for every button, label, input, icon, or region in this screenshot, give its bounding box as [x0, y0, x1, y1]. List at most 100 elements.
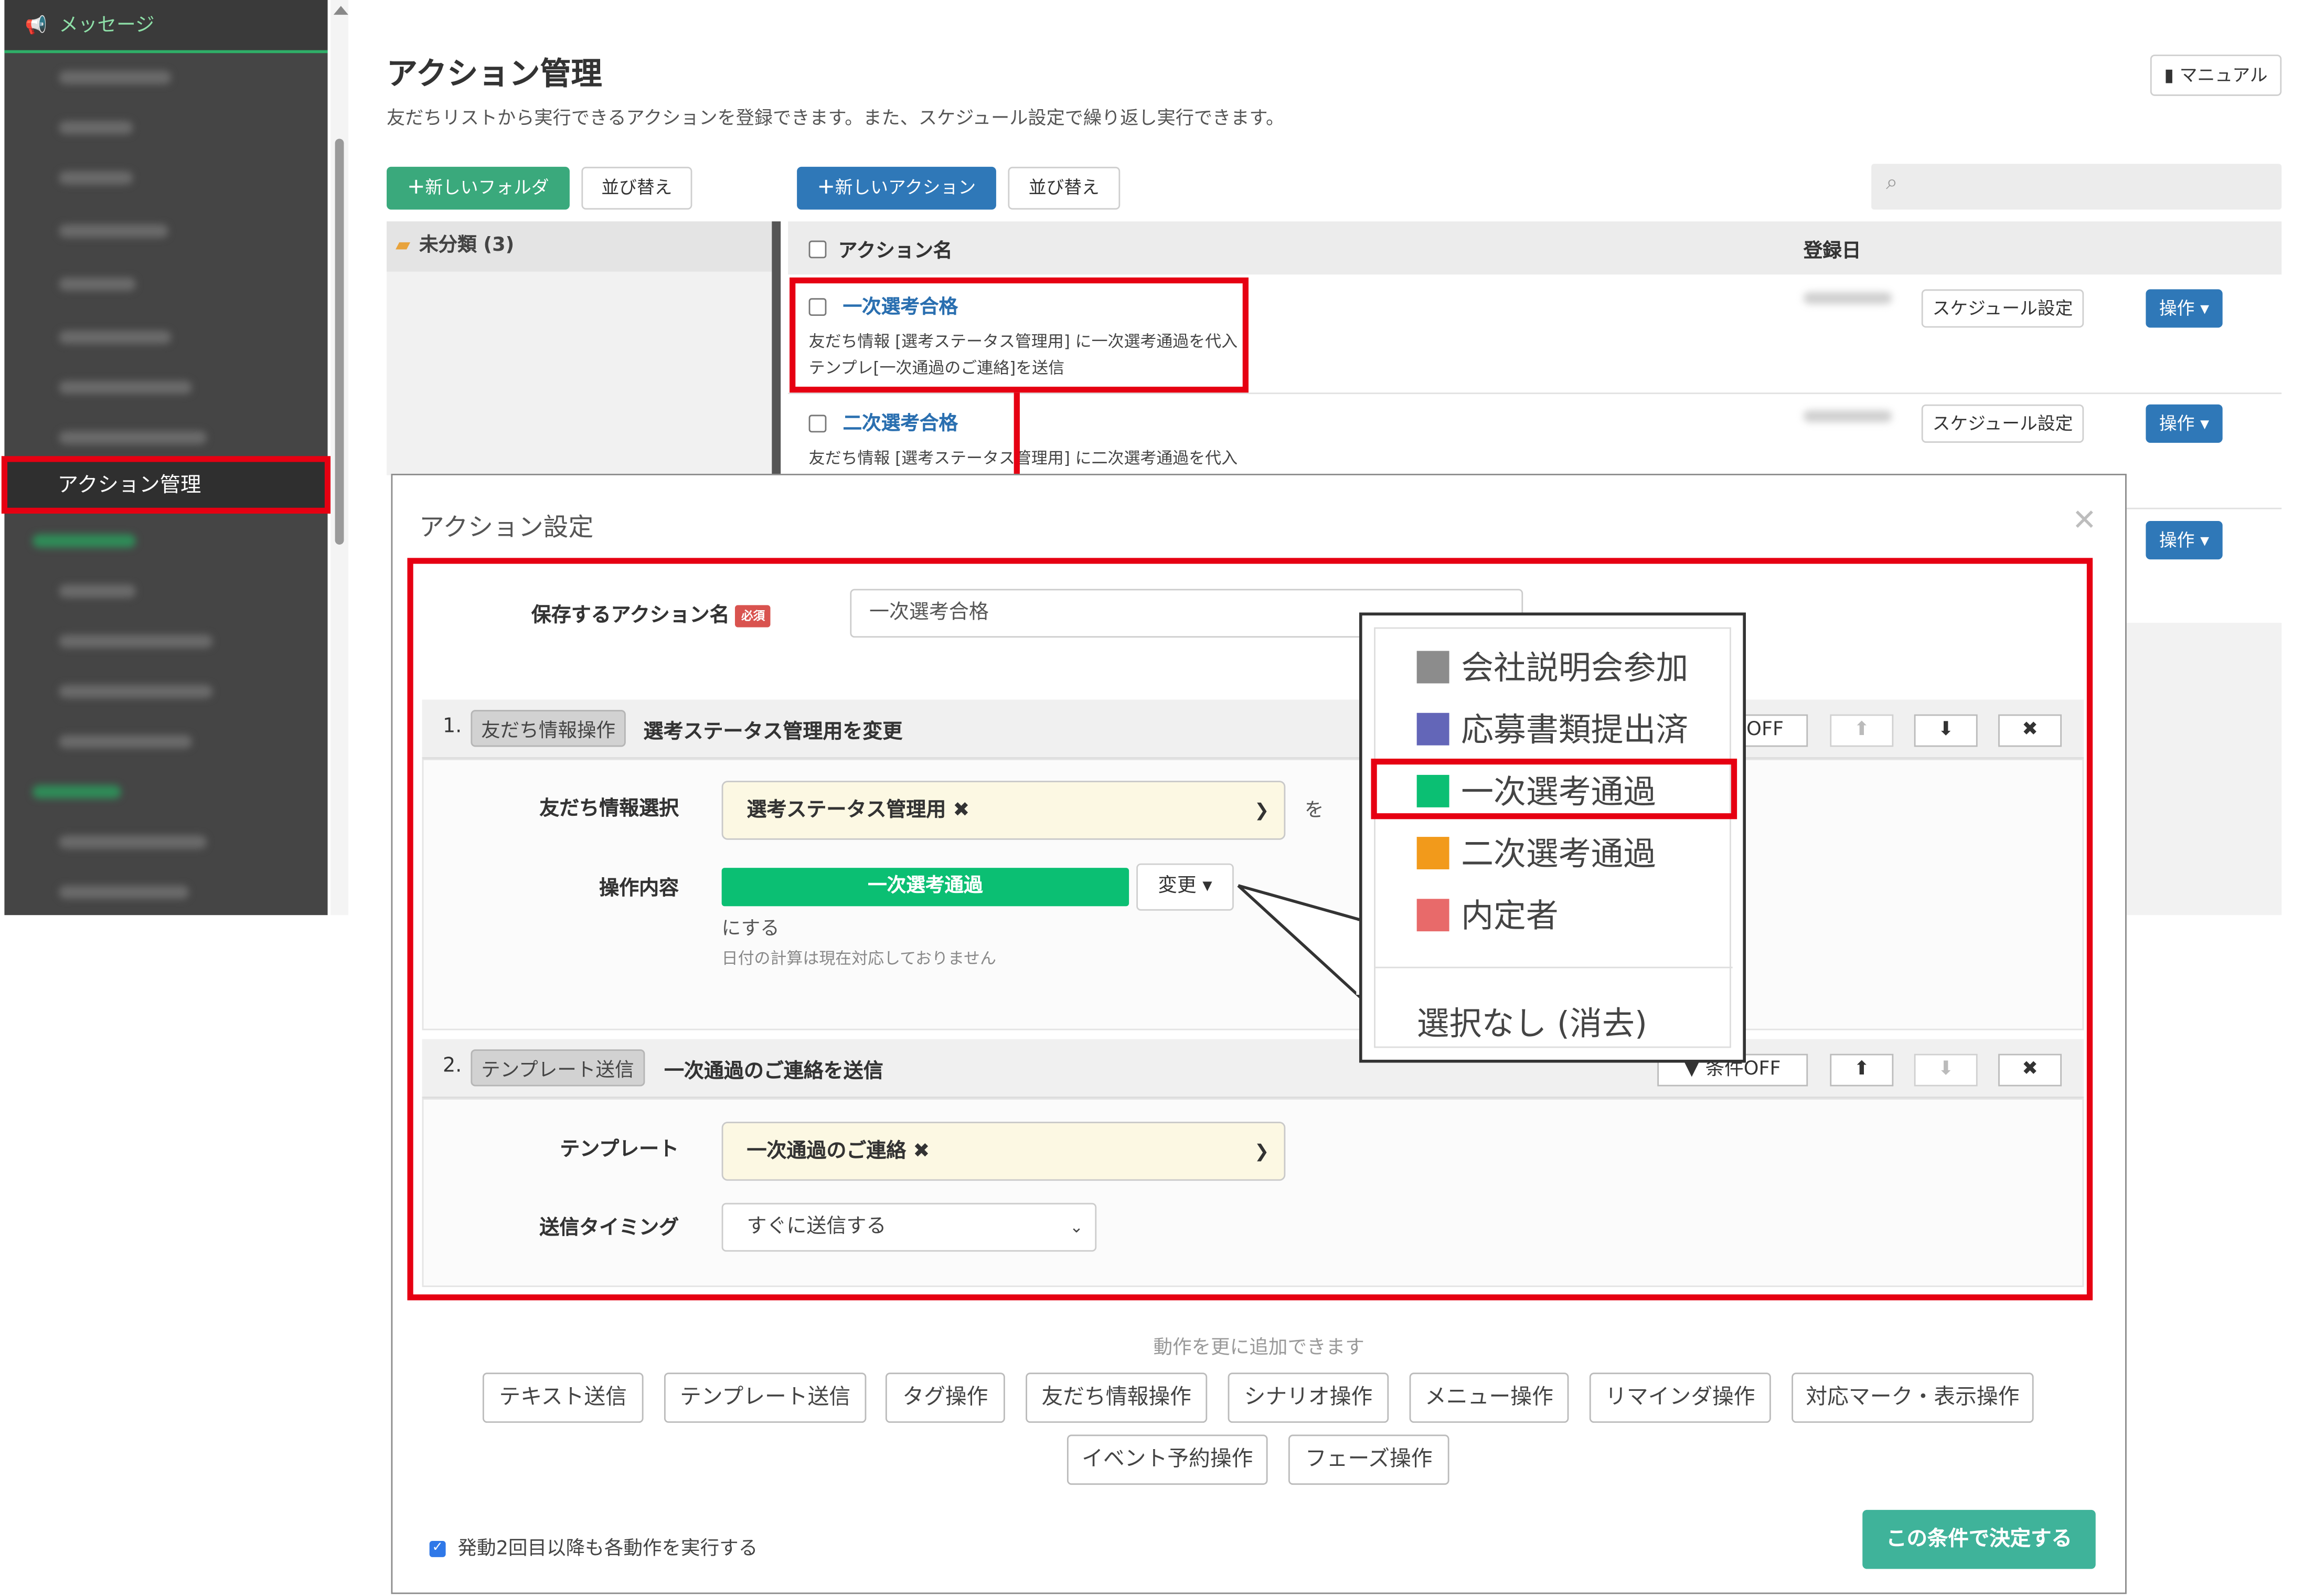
add-reminder-button[interactable]: リマインダ操作	[1589, 1372, 1771, 1423]
add-event-booking-button[interactable]: イベント予約操作	[1067, 1434, 1268, 1485]
row-date	[1803, 292, 1892, 304]
option-item[interactable]: 一次選考通過	[1416, 766, 1656, 813]
template-select[interactable]: 一次通過のご連絡 ✖ ❯	[721, 1122, 1286, 1181]
row-checkbox[interactable]	[808, 414, 827, 432]
color-swatch	[1416, 899, 1449, 932]
color-swatch	[1416, 712, 1449, 746]
table-row: 二次選考合格	[808, 407, 958, 435]
step-type-tag: テンプレート送信	[471, 1049, 645, 1087]
folder-uncategorized[interactable]: ▰ 未分類 (3)	[387, 221, 772, 272]
sidebar-item-blurred[interactable]	[59, 380, 192, 395]
move-up-button[interactable]: ⬆	[1830, 1054, 1894, 1087]
sidebar-item-blurred[interactable]	[59, 121, 133, 135]
add-mark-display-button[interactable]: 対応マーク・表示操作	[1792, 1372, 2034, 1423]
row-desc: 友だち情報 [選考ステータス管理用] に一次選考通過を代入	[808, 332, 1238, 352]
page-title: アクション管理	[387, 56, 602, 92]
move-up-button[interactable]: ⬆	[1830, 714, 1894, 747]
option-item[interactable]: 内定者	[1416, 890, 1559, 937]
selected-status-pill: 一次選考通過	[721, 868, 1129, 907]
option-item[interactable]: 応募書類提出済	[1416, 704, 1688, 751]
sidebar-item-blurred[interactable]	[59, 224, 168, 238]
sidebar-item-blurred[interactable]	[59, 584, 136, 598]
operate-button[interactable]: 操作 ▾	[2146, 404, 2223, 443]
arrow-up-icon: ⬆	[1853, 1058, 1870, 1081]
plus-icon: ＋	[817, 177, 835, 198]
friend-info-select[interactable]: 選考ステータス管理用 ✖ ❯	[721, 781, 1286, 840]
step-number: 2.	[442, 1054, 462, 1078]
callout-pointer	[1237, 884, 1362, 1000]
page-description: 友だちリストから実行できるアクションを登録できます。また、スケジュール設定で繰り…	[387, 106, 1285, 129]
new-folder-button[interactable]: ＋新しいフォルダ	[387, 166, 570, 210]
sidebar-item-blurred[interactable]	[59, 277, 136, 291]
row-divider	[788, 392, 2282, 395]
sidebar-section-blurred[interactable]	[32, 785, 121, 799]
new-action-button[interactable]: ＋新しいアクション	[797, 166, 996, 210]
delete-step-button[interactable]: ✖	[1998, 1054, 2062, 1087]
table-row: 一次選考合格	[808, 291, 958, 319]
row-desc: テンプレ[一次通過のご連絡]を送信	[808, 358, 1065, 378]
schedule-button[interactable]: スケジュール設定	[1921, 404, 2084, 443]
sidebar-item-blurred[interactable]	[59, 835, 207, 849]
search-input[interactable]: ⌕	[1871, 164, 2282, 210]
step-title: 選考ステータス管理用を変更	[643, 720, 903, 744]
timing-select[interactable]: すぐに送信する ⌄	[721, 1203, 1097, 1252]
panel-divider[interactable]	[772, 221, 781, 475]
scroll-up-icon[interactable]	[333, 6, 348, 15]
option-none[interactable]: 選択なし (消去)	[1417, 998, 1647, 1045]
action-link[interactable]: 二次選考合格	[843, 413, 958, 435]
sidebar-item-blurred[interactable]	[59, 171, 133, 185]
sidebar-item-blurred[interactable]	[59, 331, 172, 344]
sidebar-section-blurred[interactable]	[32, 534, 136, 548]
arrow-down-icon: ⬇	[1937, 1058, 1954, 1081]
add-scenario-button[interactable]: シナリオ操作	[1228, 1372, 1389, 1423]
option-item[interactable]: 二次選考通過	[1416, 828, 1656, 875]
col-registered-date: 登録日	[1803, 240, 1861, 263]
close-icon[interactable]: ✕	[2072, 502, 2097, 537]
schedule-button[interactable]: スケジュール設定	[1921, 289, 2084, 328]
row-desc: 友だち情報 [選考ステータス管理用] に二次選考通過を代入	[808, 449, 1238, 468]
move-down-button[interactable]: ⬇	[1914, 714, 1978, 747]
add-text-send-button[interactable]: テキスト送信	[482, 1372, 644, 1423]
remove-icon[interactable]: ✖	[913, 1140, 930, 1163]
add-menu-button[interactable]: メニュー操作	[1409, 1372, 1569, 1423]
megaphone-icon: 📢	[25, 15, 47, 36]
sort-folder-button[interactable]: 並び替え	[581, 166, 692, 210]
sidebar-item-blurred[interactable]	[59, 685, 213, 698]
remove-icon[interactable]: ✖	[953, 799, 969, 822]
repeat-checkbox[interactable]: ✓	[429, 1540, 446, 1557]
particle-text: を	[1304, 800, 1324, 822]
sidebar-item-blurred[interactable]	[59, 735, 192, 749]
sidebar-header[interactable]: 📢 メッセージ	[4, 0, 328, 54]
sidebar	[4, 0, 328, 916]
manual-button[interactable]: ▮ マニュアル	[2150, 55, 2282, 96]
operate-button[interactable]: 操作 ▾	[2146, 521, 2223, 560]
step-number: 1.	[442, 714, 462, 738]
move-down-button[interactable]: ⬇	[1914, 1054, 1978, 1087]
delete-step-button[interactable]: ✖	[1998, 714, 2062, 747]
scrollbar-thumb[interactable]	[335, 139, 344, 545]
change-button[interactable]: 変更 ▾	[1136, 863, 1234, 911]
add-tag-button[interactable]: タグ操作	[885, 1372, 1005, 1423]
option-item[interactable]: 会社説明会参加	[1416, 642, 1688, 689]
template-label: テンプレート	[560, 1137, 679, 1162]
sidebar-item-blurred[interactable]	[59, 431, 207, 444]
select-all-checkbox[interactable]	[808, 240, 827, 258]
action-link[interactable]: 一次選考合格	[843, 296, 958, 318]
add-template-send-button[interactable]: テンプレート送信	[664, 1372, 867, 1423]
arrow-up-icon: ⬆	[1853, 719, 1870, 741]
step-title: 一次通過のご連絡を送信	[664, 1059, 883, 1083]
operation-label: 操作内容	[599, 877, 679, 901]
sidebar-item-blurred[interactable]	[59, 634, 213, 648]
plus-icon: ＋	[407, 177, 425, 198]
sidebar-item-blurred[interactable]	[59, 71, 172, 84]
close-icon: ✖	[2022, 719, 2038, 741]
sidebar-item-blurred[interactable]	[59, 885, 189, 899]
submit-button[interactable]: この条件で決定する	[1862, 1509, 2096, 1569]
row-checkbox[interactable]	[808, 297, 827, 315]
sidebar-item-action-management[interactable]: アクション管理	[4, 460, 328, 511]
friend-info-label: 友だち情報選択	[539, 797, 679, 821]
operate-button[interactable]: 操作 ▾	[2146, 289, 2223, 328]
add-friend-info-button[interactable]: 友だち情報操作	[1026, 1372, 1208, 1423]
sort-action-button[interactable]: 並び替え	[1008, 166, 1121, 210]
add-phase-button[interactable]: フェーズ操作	[1288, 1434, 1449, 1485]
